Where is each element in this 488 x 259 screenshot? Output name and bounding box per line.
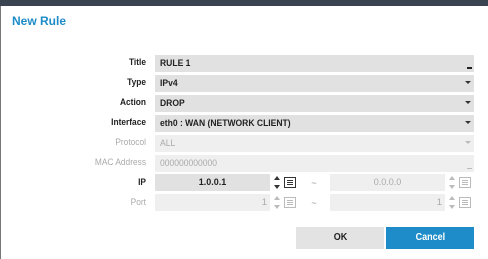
keyboard-icon — [284, 197, 296, 208]
port-range-separator: ~ — [311, 198, 317, 208]
arrow-up-icon — [449, 196, 455, 200]
action-label: Action — [119, 97, 146, 108]
cancel-button-label: Cancel — [415, 232, 445, 243]
port-to-stepper — [448, 194, 456, 211]
port-label: Port — [130, 197, 146, 208]
window-left-border — [0, 6, 1, 259]
type-label: Type — [127, 77, 146, 88]
ok-button[interactable]: OK — [296, 227, 384, 249]
protocol-select: ALL — [155, 135, 474, 152]
chevron-down-icon — [465, 101, 471, 104]
interface-select[interactable]: eth0 : WAN (NETWORK CLIENT) — [155, 115, 474, 132]
mac-address-label: MAC Address — [94, 157, 146, 168]
keyboard-icon — [459, 197, 471, 208]
chevron-down-icon — [465, 121, 471, 124]
type-value: IPv4 — [160, 78, 178, 89]
chevron-down-icon — [465, 81, 471, 84]
keyboard-icon — [459, 177, 471, 188]
mac-address-field: 000000000000 — [155, 155, 474, 172]
window-top-bar — [0, 0, 488, 6]
arrow-down-icon — [449, 205, 455, 209]
action-select[interactable]: DROP — [155, 95, 474, 112]
arrow-up-icon[interactable] — [274, 176, 280, 180]
title-label: Title — [128, 57, 146, 68]
keyboard-icon[interactable] — [284, 177, 296, 188]
protocol-label: Protocol — [115, 137, 146, 148]
text-edit-indicator-icon — [467, 168, 472, 169]
ip-to-stepper — [448, 174, 456, 191]
ip-from-stepper[interactable] — [273, 174, 281, 191]
ip-range-separator: ~ — [311, 178, 317, 188]
arrow-up-icon — [449, 176, 455, 180]
cancel-button[interactable]: Cancel — [386, 227, 474, 249]
title-field[interactable]: RULE 1 — [155, 55, 474, 72]
arrow-down-icon — [449, 185, 455, 189]
ip-label: IP — [138, 177, 146, 188]
chevron-down-icon — [465, 141, 471, 144]
action-value: DROP — [160, 98, 185, 109]
arrow-down-icon[interactable] — [274, 185, 280, 189]
arrow-up-icon — [274, 196, 280, 200]
protocol-value: ALL — [160, 138, 176, 149]
type-select[interactable]: IPv4 — [155, 75, 474, 92]
mac-address-value: 000000000000 — [160, 158, 218, 169]
arrow-down-icon — [274, 205, 280, 209]
ip-to-field: 0.0.0.0 — [330, 174, 445, 191]
port-from-field: 1 — [155, 194, 270, 211]
title-value: RULE 1 — [160, 58, 191, 69]
port-to-field: 1 — [330, 194, 445, 211]
ok-button-label: OK — [333, 232, 347, 243]
interface-value: eth0 : WAN (NETWORK CLIENT) — [160, 118, 291, 129]
interface-label: Interface — [111, 117, 146, 128]
text-edit-indicator-icon — [467, 67, 472, 69]
ip-from-field[interactable]: 1.0.0.1 — [155, 174, 270, 191]
dialog-title: New Rule — [12, 14, 67, 28]
port-from-stepper — [273, 194, 281, 211]
